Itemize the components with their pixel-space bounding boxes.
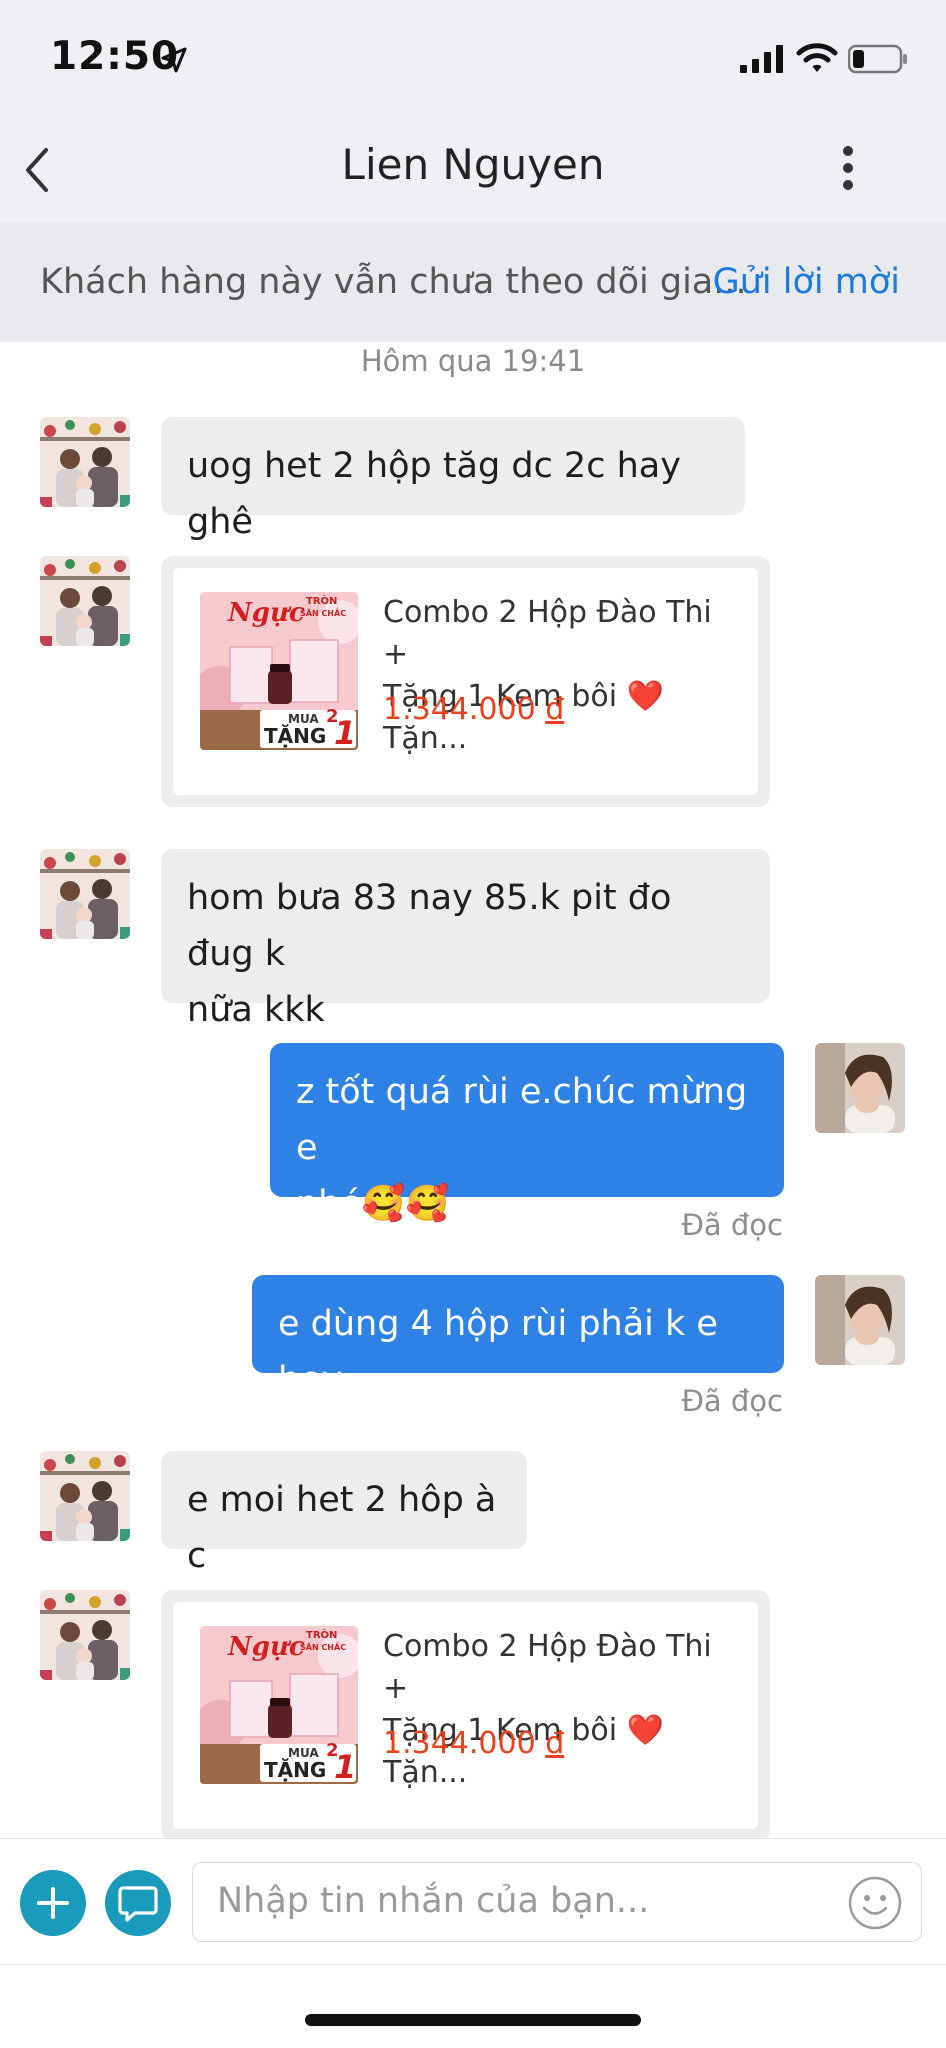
promo-big-text: TẶNG [264, 1758, 327, 1782]
message-text: e moi het 2 hôp à c [187, 1480, 497, 1576]
product-price-value: 1.344.000 [383, 1726, 536, 1761]
quick-reply-button[interactable] [105, 1870, 171, 1936]
chat-bubble-icon [118, 1886, 158, 1922]
plus-icon [37, 1887, 69, 1919]
product-image: Ngực TRÒN SĂN CHẮC MUA 2 TẶNG 1 [200, 1626, 358, 1784]
message-text: uog het 2 hộp tăg dc 2c hay ghê [187, 446, 681, 542]
product-tagline-2: SĂN CHẮC [300, 1643, 347, 1652]
product-title: Combo 2 Hộp Đào Thi + Tặng 1 Kem bôi ❤️ … [383, 1626, 743, 1794]
follow-notice-text: Khách hàng này vẫn chưa theo dõi gia... [40, 262, 747, 302]
dot-icon [843, 146, 853, 156]
product-card-body: Ngực TRÒN SĂN CHẮC MUA 2 TẶNG 1 Combo 2 … [173, 568, 758, 795]
composer-bar: Nhập tin nhắn của bạn... [0, 1838, 946, 1965]
message-text-line: z tốt quá rùi e.chúc mừng e [296, 1072, 748, 1168]
message-bubble[interactable]: e moi het 2 hôp à c [161, 1451, 527, 1576]
product-image: Ngực TRÒN SĂN CHẮC MUA 2 TẶNG 1 [200, 592, 358, 750]
message-bubble-outgoing[interactable]: e dùng 4 hộp rùi phải k e hey [252, 1275, 784, 1400]
battery-icon [848, 44, 907, 74]
product-tagline-2: SĂN CHẮC [300, 609, 347, 618]
dot-icon [843, 163, 853, 173]
promo-badge: MUA 2 TẶNG 1 [260, 1740, 357, 1784]
product-tagline-1: TRÒN [306, 596, 338, 607]
add-attachment-button[interactable] [20, 1870, 86, 1936]
message-text-line: hom bưa 83 nay 85.k pit đo đug k [187, 878, 672, 974]
product-brand-text: Ngực [228, 1632, 305, 1662]
product-card[interactable]: Ngực TRÒN SĂN CHẮC MUA 2 TẶNG 1 Combo 2 … [161, 556, 770, 807]
my-avatar[interactable] [815, 1043, 905, 1133]
cellular-signal-icon [740, 45, 783, 73]
product-price-currency: đ [545, 692, 565, 727]
message-bubble[interactable]: uog het 2 hộp tăg dc 2c hay ghê [161, 417, 745, 542]
my-avatar[interactable] [815, 1275, 905, 1365]
product-title-line: Combo 2 Hộp Đào Thi + [383, 595, 712, 672]
promo-big-number: 1 [334, 714, 357, 750]
promo-big-number: 1 [334, 1748, 357, 1784]
product-tagline-1: TRÒN [306, 1630, 338, 1641]
product-title-line: Combo 2 Hộp Đào Thi + [383, 1629, 712, 1706]
message-bubble-outgoing[interactable]: z tốt quá rùi e.chúc mừng e nhé🥰🥰 [270, 1043, 784, 1224]
read-status: Đã đọc [681, 1208, 783, 1242]
promo-badge: MUA 2 TẶNG 1 [260, 706, 357, 750]
top-bar: 12:50 Lien Nguyen [0, 0, 946, 222]
message-input-placeholder: Nhập tin nhắn của bạn... [217, 1881, 650, 1921]
message-bubble[interactable]: hom bưa 83 nay 85.k pit đo đug k nữa kkk [161, 849, 770, 1030]
home-indicator [305, 2014, 641, 2026]
emoji-icon[interactable] [847, 1875, 903, 1931]
contact-avatar[interactable] [40, 1451, 130, 1541]
contact-avatar[interactable] [40, 1590, 130, 1680]
product-brand-text: Ngực [228, 598, 305, 628]
product-title: Combo 2 Hộp Đào Thi + Tặng 1 Kem bôi ❤️ … [383, 592, 743, 760]
wifi-icon [796, 43, 838, 72]
read-status: Đã đọc [681, 1384, 783, 1418]
message-input[interactable]: Nhập tin nhắn của bạn... [192, 1862, 922, 1942]
product-price: 1.344.000 đ [383, 1726, 564, 1761]
dot-icon [843, 180, 853, 190]
more-options-button[interactable] [836, 140, 860, 200]
contact-avatar[interactable] [40, 556, 130, 646]
follow-notice: Khách hàng này vẫn chưa theo dõi gia... … [0, 222, 946, 342]
product-price: 1.344.000 đ [383, 692, 564, 727]
product-card[interactable]: Ngực TRÒN SĂN CHẮC MUA 2 TẶNG 1 Combo 2 … [161, 1590, 770, 1841]
message-text-line: nữa kkk [187, 990, 325, 1030]
location-arrow-icon [161, 47, 187, 73]
product-price-value: 1.344.000 [383, 692, 536, 727]
contact-avatar[interactable] [40, 849, 130, 939]
date-separator: Hôm qua 19:41 [360, 344, 586, 378]
chat-title: Lien Nguyen [341, 140, 605, 189]
promo-big-text: TẶNG [264, 724, 327, 748]
product-card-body: Ngực TRÒN SĂN CHẮC MUA 2 TẶNG 1 Combo 2 … [173, 1602, 758, 1829]
product-price-currency: đ [545, 1726, 565, 1761]
send-invite-link[interactable]: Gửi lời mời [713, 262, 900, 302]
contact-avatar[interactable] [40, 417, 130, 507]
